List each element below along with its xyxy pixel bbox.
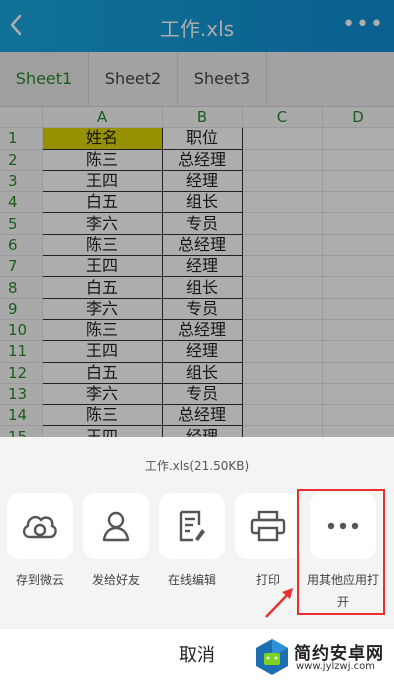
action-label: 在线编辑 xyxy=(167,573,216,587)
dim-overlay[interactable] xyxy=(0,0,394,437)
save-to-weiyun-button[interactable]: 存到微云 xyxy=(7,493,73,591)
android-logo-icon xyxy=(256,639,288,675)
highlight-box xyxy=(297,489,385,615)
send-to-friend-button[interactable]: 发给好友 xyxy=(83,493,149,591)
annotation-arrow-icon xyxy=(265,588,293,618)
edit-document-icon xyxy=(179,510,205,542)
watermark-logo: 简约安卓网 www.jylzwj.com xyxy=(250,635,390,679)
person-icon xyxy=(102,511,130,542)
cloud-icon xyxy=(22,515,57,539)
printer-icon xyxy=(250,510,286,542)
watermark-url: www.jylzwj.com xyxy=(296,661,376,672)
print-button[interactable]: 打印 xyxy=(235,493,301,591)
action-label: 存到微云 xyxy=(15,573,64,587)
edit-online-button[interactable]: 在线编辑 xyxy=(159,493,225,591)
file-info: 工作.xls(21.50KB) xyxy=(144,459,250,473)
action-label: 发给好友 xyxy=(91,573,140,587)
